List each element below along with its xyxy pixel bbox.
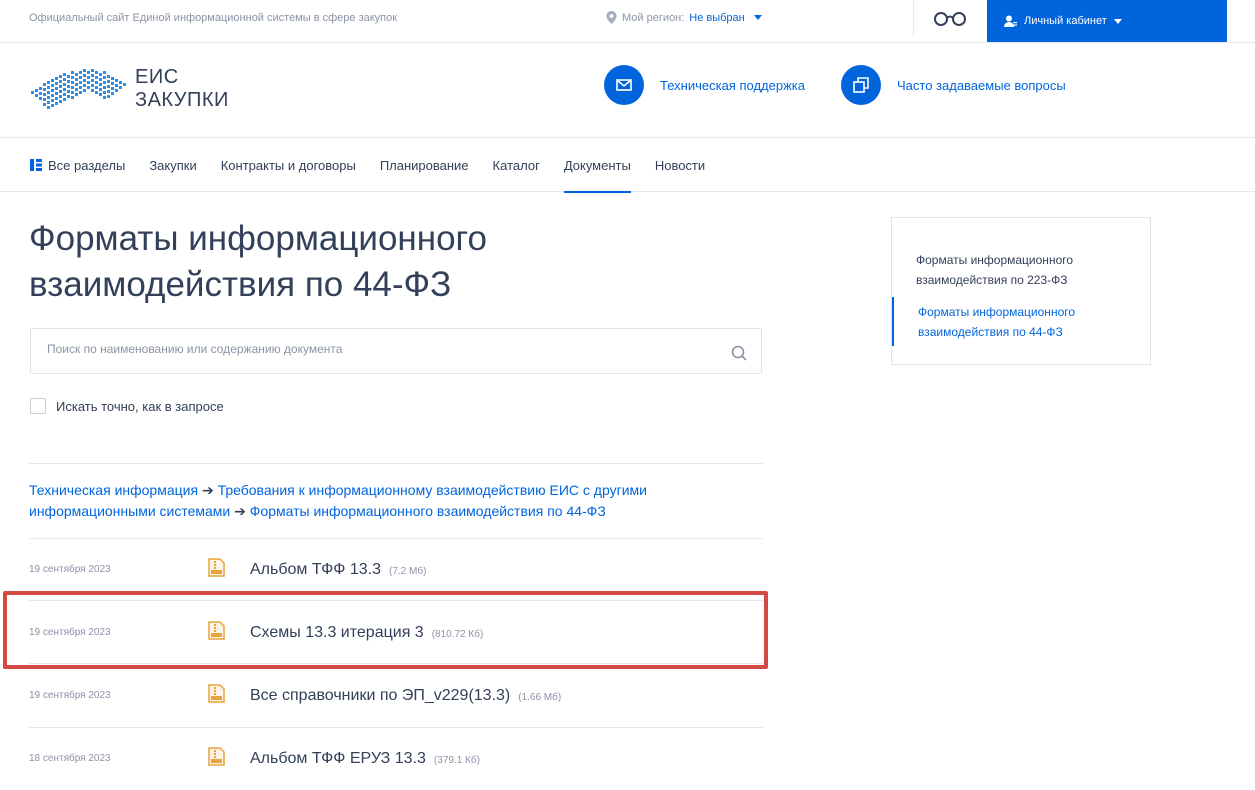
russia-map-icon	[31, 69, 126, 109]
nav-label: Документы	[563, 157, 631, 173]
document-date: 19 сентября 2023	[29, 690, 111, 701]
breadcrumb: Техническая информация ➔ Требования к ин…	[29, 480, 719, 522]
search-icon[interactable]	[731, 345, 747, 361]
breadcrumb-link-tech-info[interactable]: Техническая информация	[29, 482, 198, 498]
side-menu-item-44[interactable]: Форматы информационного взаимодействия п…	[918, 302, 1128, 342]
breadcrumb-link-formats-44[interactable]: Форматы информационного взаимодействия п…	[250, 503, 606, 519]
exact-search-label: Искать точно, как в запросе	[56, 398, 224, 414]
divider	[913, 0, 914, 36]
document-date: 19 сентября 2023	[29, 564, 111, 575]
main-nav: Все разделы Закупки Контракты и договоры…	[0, 138, 1255, 193]
nav-item-catalog[interactable]: Каталог	[493, 138, 540, 192]
support-link[interactable]: Техническая поддержка	[604, 65, 805, 105]
location-pin-icon	[606, 11, 617, 24]
nav-label: Новости	[654, 157, 706, 173]
sections-grid-icon	[30, 159, 42, 171]
region-label: Мой регион:	[622, 11, 685, 24]
arrow-right-icon: ➔	[201, 482, 214, 498]
nav-item-all-sections[interactable]: Все разделы	[30, 138, 125, 192]
region-value[interactable]: Не выбран	[689, 12, 744, 24]
official-site-text: Официальный сайт Единой информационной с…	[29, 12, 398, 24]
page-title: Форматы информационного взаимодействия п…	[29, 219, 487, 304]
user-icon	[1004, 15, 1017, 27]
document-size: (7.2 Мб)	[389, 566, 427, 577]
cabinet-label: Личный кабинет	[1024, 15, 1107, 27]
support-label: Техническая поддержка	[660, 77, 805, 93]
personal-cabinet-button[interactable]: Личный кабинет	[987, 0, 1227, 42]
document-size: (1.66 Мб)	[518, 692, 562, 703]
copy-icon	[841, 65, 881, 105]
document-link[interactable]: Альбом ТФФ 13.3 (7.2 Мб)	[250, 561, 426, 579]
nav-label: Закупки	[149, 157, 197, 173]
site-header: ЕИС ЗАКУПКИ Техническая поддержка Часто …	[0, 43, 1255, 138]
search-input[interactable]	[47, 342, 707, 356]
region-selector[interactable]: Мой регион: Не выбран	[606, 11, 762, 24]
zip-file-icon	[208, 558, 225, 577]
chevron-down-icon	[1113, 18, 1122, 24]
document-link[interactable]: Все справочники по ЭП_v229(13.3) (1.66 Мб…	[250, 687, 561, 705]
nav-item-news[interactable]: Новости	[655, 138, 705, 192]
side-menu: Форматы информационного взаимодействия п…	[891, 217, 1151, 365]
logo[interactable]: ЕИС ЗАКУПКИ	[29, 65, 239, 117]
document-date: 18 сентября 2023	[29, 753, 111, 764]
nav-item-documents[interactable]: Документы	[563, 138, 631, 193]
faq-label: Часто задаваемые вопросы	[897, 77, 1066, 93]
nav-label: Каталог	[492, 157, 540, 173]
top-bar: Официальный сайт Единой информационной с…	[0, 0, 1255, 43]
nav-label: Все разделы	[48, 157, 126, 173]
nav-label: Контракты и договоры	[220, 157, 356, 173]
active-indicator	[892, 297, 894, 346]
faq-link[interactable]: Часто задаваемые вопросы	[841, 65, 1066, 105]
exact-search-checkbox[interactable]	[30, 398, 46, 414]
arrow-right-icon: ➔	[234, 503, 246, 519]
envelope-icon	[604, 65, 644, 105]
document-name: Альбом ТФФ 13.3	[250, 561, 382, 578]
document-name: Альбом ТФФ ЕРУЗ 13.3	[250, 750, 426, 767]
chevron-down-icon	[753, 15, 762, 20]
search-box	[30, 328, 762, 374]
highlight-box	[3, 591, 768, 669]
nav-item-planning[interactable]: Планирование	[380, 138, 469, 192]
logo-text-line1: ЕИС	[135, 66, 179, 88]
divider	[29, 463, 763, 464]
nav-item-contracts[interactable]: Контракты и договоры	[221, 138, 356, 192]
nav-label: Планирование	[379, 157, 469, 173]
nav-item-purchases[interactable]: Закупки	[149, 138, 196, 192]
document-row[interactable]: 19 сентября 2023 Все справочники по ЭП_v…	[29, 664, 763, 726]
exact-search-option[interactable]: Искать точно, как в запросе	[30, 398, 224, 414]
zip-file-icon	[208, 684, 225, 703]
side-menu-item-223[interactable]: Форматы информационного взаимодействия п…	[916, 250, 1126, 290]
logo-text-line2: ЗАКУПКИ	[135, 89, 229, 111]
document-row[interactable]: 18 сентября 2023 Альбом ТФФ ЕРУЗ 13.3 (37…	[29, 727, 763, 789]
zip-file-icon	[208, 747, 225, 766]
document-name: Все справочники по ЭП_v229(13.3)	[250, 687, 511, 704]
document-size: (379.1 Кб)	[433, 755, 480, 766]
glasses-icon[interactable]	[933, 10, 967, 26]
document-link[interactable]: Альбом ТФФ ЕРУЗ 13.3 (379.1 Кб)	[250, 750, 480, 768]
